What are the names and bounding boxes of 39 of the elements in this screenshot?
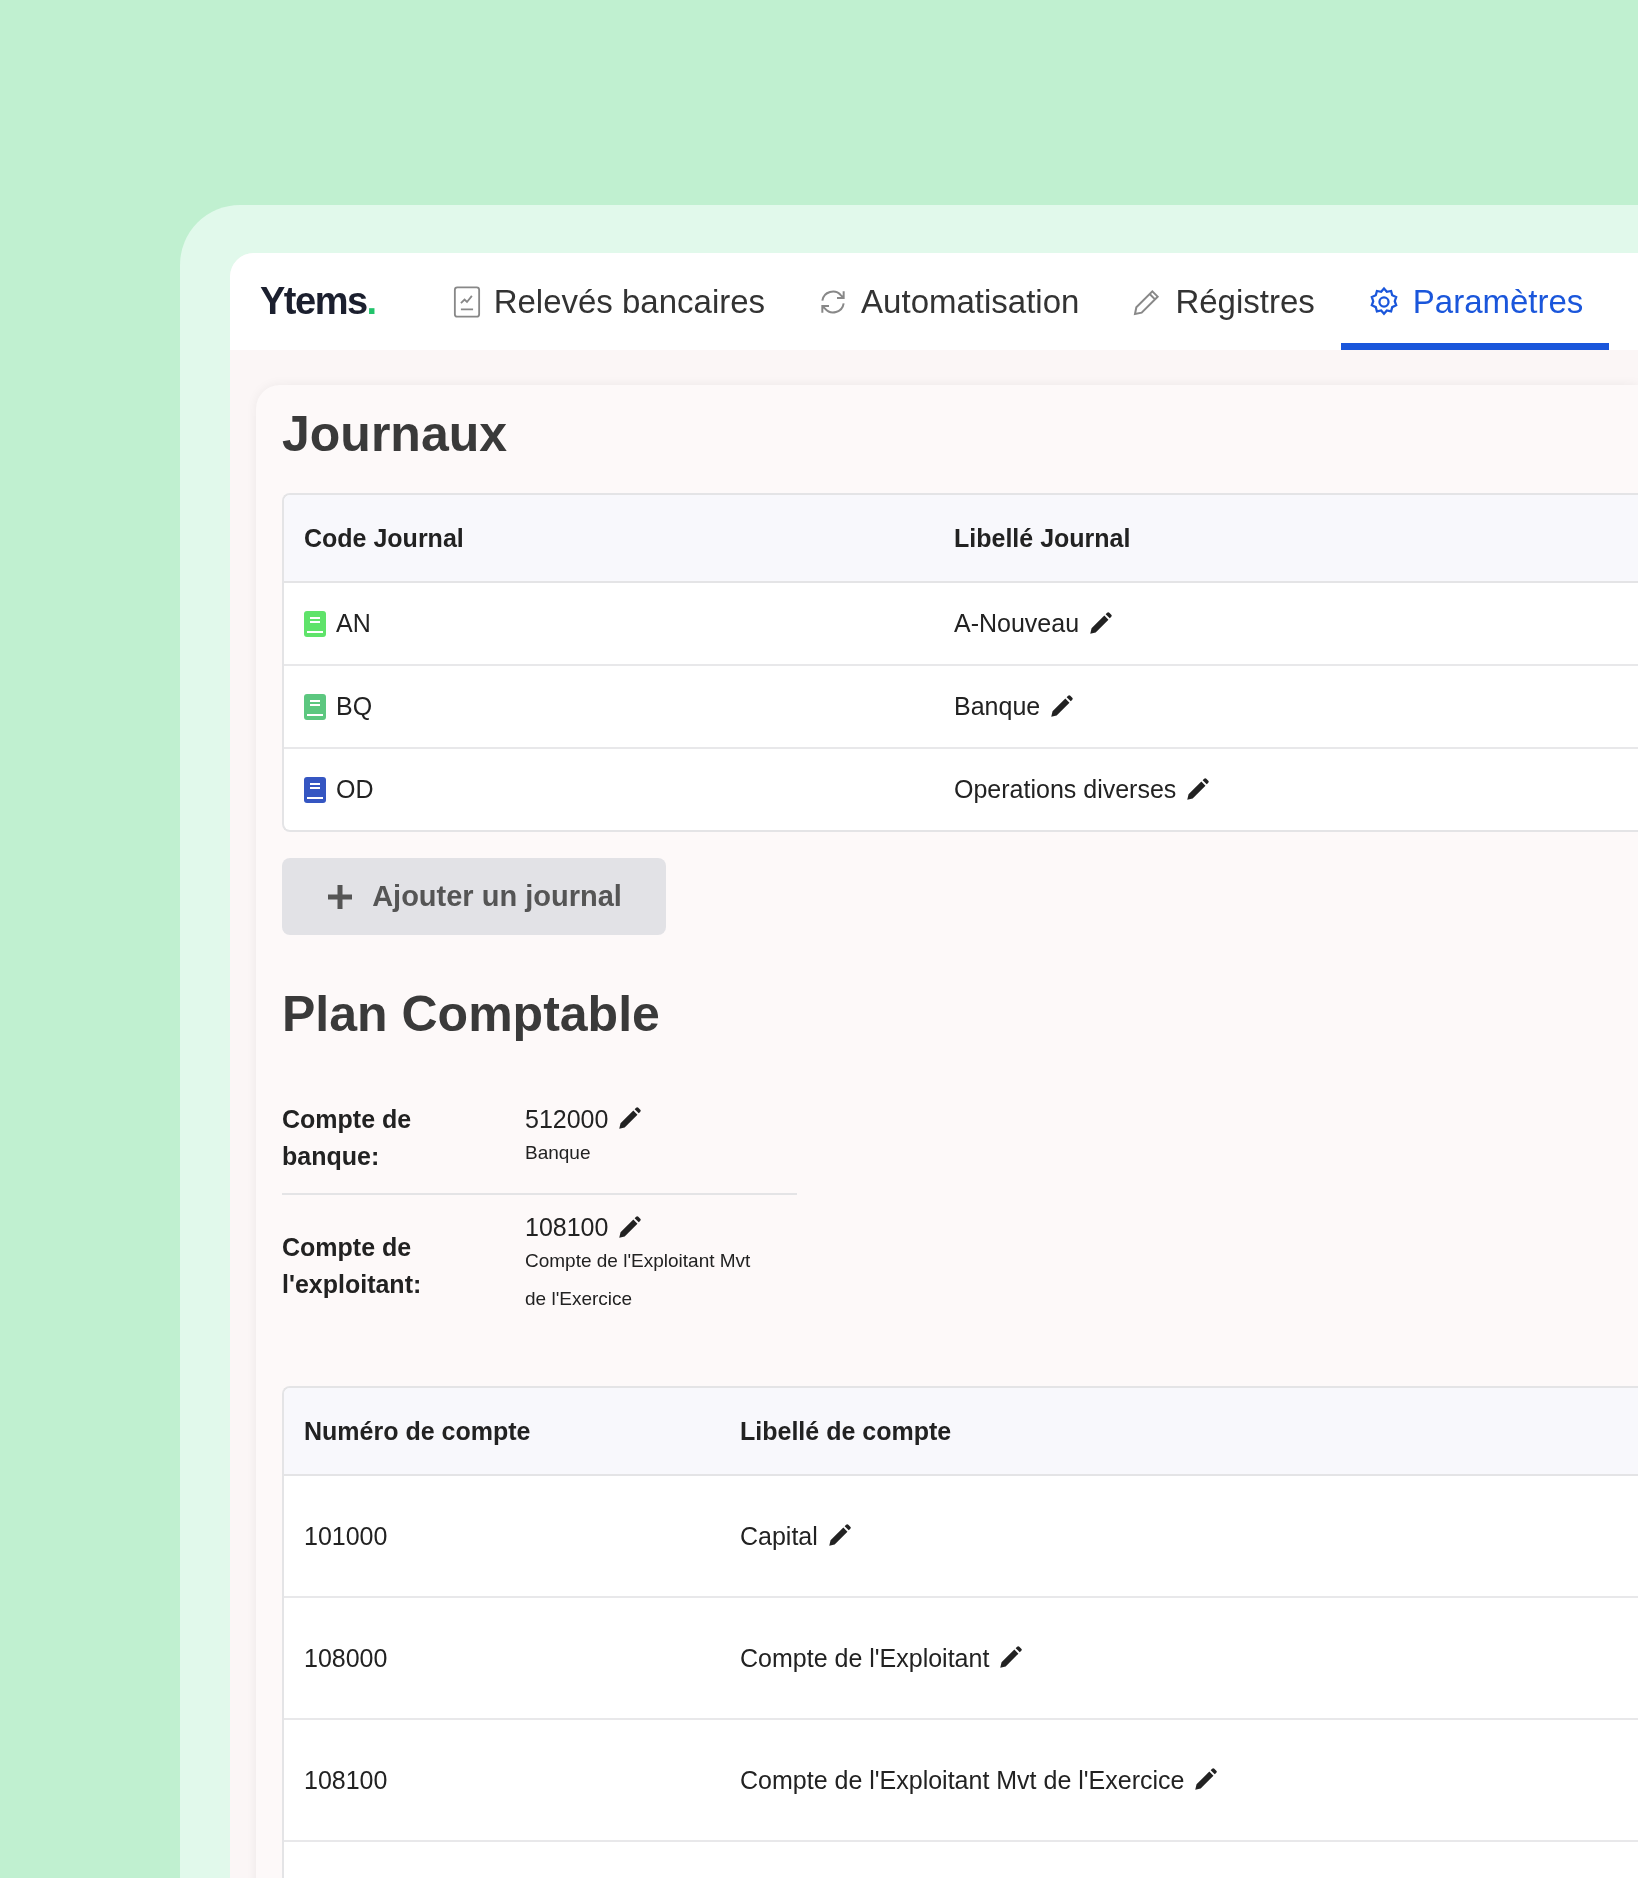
table-cell: OD xyxy=(336,775,374,804)
account-number: 512000 xyxy=(525,1104,609,1134)
pencil-icon[interactable] xyxy=(616,1214,643,1241)
add-journal-button[interactable]: Ajouter un journal xyxy=(282,858,666,935)
table-cell: Banque xyxy=(954,692,1041,721)
account-description: Compte de l'Exploitant Mvt de l'Exercice xyxy=(525,1249,752,1311)
field-label: Compte de l'exploitant: xyxy=(282,1231,423,1300)
table-cell: BQ xyxy=(336,692,373,721)
pencil-icon[interactable] xyxy=(1192,1767,1219,1793)
logo: Ytems. xyxy=(260,279,376,324)
nav-tab[interactable]: Relevés bancaires xyxy=(425,253,792,350)
document-icon xyxy=(451,284,482,319)
column-header: Libellé Journal xyxy=(953,523,1132,553)
table-cell: A-Nouveau xyxy=(954,609,1080,638)
account-description: Banque xyxy=(525,1140,592,1165)
table-cell: AN xyxy=(336,609,371,638)
table-cell: Compte de l'Exploitant Mvt de l'Exercice xyxy=(740,1765,1185,1795)
pencil-icon[interactable] xyxy=(616,1106,643,1132)
column-header: Libellé de compte xyxy=(739,1416,953,1446)
table-cell: Operations diverses xyxy=(954,775,1177,804)
nav-tab[interactable]: Régistres xyxy=(1105,253,1341,350)
plus-icon xyxy=(326,882,355,911)
table-cell: Capital xyxy=(740,1521,818,1551)
pencil-icon[interactable] xyxy=(1184,776,1211,803)
column-header: Numéro de compte xyxy=(303,1416,532,1446)
pencil-icon[interactable] xyxy=(1048,693,1075,720)
field-label: Compte de banque: xyxy=(282,1104,413,1172)
table-cell: 108000 xyxy=(304,1643,388,1673)
nav-tab[interactable]: Automatisation xyxy=(791,253,1106,350)
table-cell: 108100 xyxy=(304,1765,388,1795)
column-header: Code Journal xyxy=(303,523,465,553)
section-title: Plan Comptable xyxy=(282,985,661,1044)
table-cell: Compte de l'Exploitant xyxy=(740,1643,990,1673)
nav-tab[interactable]: Paramètres xyxy=(1340,253,1610,350)
account-number: 108100 xyxy=(525,1213,609,1242)
pencil-icon[interactable] xyxy=(997,1645,1024,1671)
table-cell: 101000 xyxy=(304,1521,388,1551)
pencil-icon[interactable] xyxy=(1087,610,1114,637)
section-title: Journaux xyxy=(282,405,509,464)
